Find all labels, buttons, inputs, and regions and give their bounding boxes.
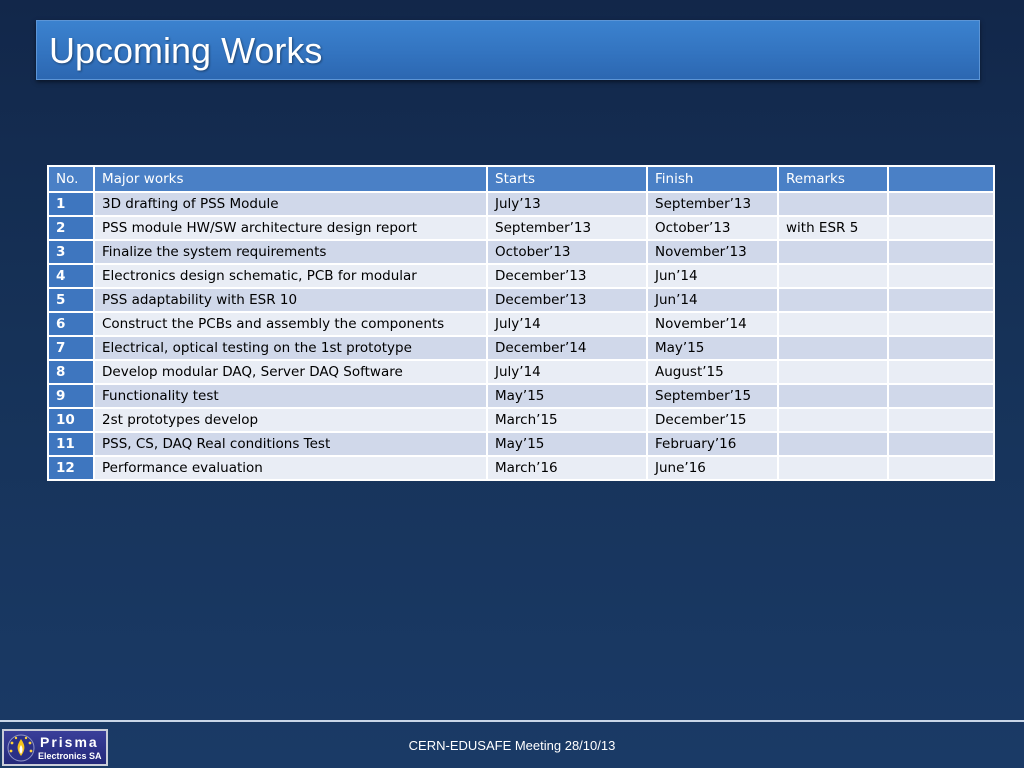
row-extra xyxy=(887,215,995,241)
row-work: PSS module HW/SW architecture design rep… xyxy=(93,215,488,241)
row-remarks xyxy=(777,383,889,409)
table-row: 8 Develop modular DAQ, Server DAQ Softwar… xyxy=(47,359,995,385)
row-finish: February’16 xyxy=(646,431,779,457)
slide-title: Upcoming Works xyxy=(49,30,323,71)
row-remarks xyxy=(777,431,889,457)
row-extra xyxy=(887,191,995,217)
row-finish: November’13 xyxy=(646,239,779,265)
row-finish: Jun’14 xyxy=(646,287,779,313)
works-table: No. Major works Starts Finish Remarks 13… xyxy=(47,165,995,481)
row-extra xyxy=(887,359,995,385)
table-row: 10 2st prototypes develop March’15 December… xyxy=(47,407,995,433)
row-starts: March’15 xyxy=(486,407,648,433)
footer-divider xyxy=(0,720,1024,722)
row-number: 1 xyxy=(47,191,95,217)
table-row: 1 3D drafting of PSS Module July’13 Septemb… xyxy=(47,191,995,217)
row-extra xyxy=(887,311,995,337)
row-number: 6 xyxy=(47,311,95,337)
row-starts: July’14 xyxy=(486,359,648,385)
row-remarks: with ESR 5 xyxy=(777,215,889,241)
row-starts: July’13 xyxy=(486,191,648,217)
row-finish: June’16 xyxy=(646,455,779,481)
header-finish: Finish xyxy=(646,165,779,193)
table-row: 6 Construct the PCBs and assembly the com… xyxy=(47,311,995,337)
row-work: Electrical, optical testing on the 1st p… xyxy=(93,335,488,361)
row-work: Functionality test xyxy=(93,383,488,409)
header-starts: Starts xyxy=(486,165,648,193)
row-work: 3D drafting of PSS Module xyxy=(93,191,488,217)
title-bar: Upcoming Works xyxy=(36,20,980,80)
row-extra xyxy=(887,335,995,361)
row-remarks xyxy=(777,407,889,433)
table-row: 4 Electronics design schematic, PCB for m… xyxy=(47,263,995,289)
row-number: 11 xyxy=(47,431,95,457)
row-number: 7 xyxy=(47,335,95,361)
header-extra xyxy=(887,165,995,193)
row-remarks xyxy=(777,359,889,385)
table-row: 2 PSS module HW/SW architecture design re… xyxy=(47,215,995,241)
row-work: PSS adaptability with ESR 10 xyxy=(93,287,488,313)
row-extra xyxy=(887,407,995,433)
row-extra xyxy=(887,383,995,409)
table-header-row: No. Major works Starts Finish Remarks xyxy=(47,165,995,193)
header-remarks: Remarks xyxy=(777,165,889,193)
footer-text: CERN-EDUSAFE Meeting 28/10/13 xyxy=(408,738,616,753)
row-finish: December’15 xyxy=(646,407,779,433)
works-table-body: 1 3D drafting of PSS Module July’13 Septemb… xyxy=(47,191,995,481)
row-finish: November’14 xyxy=(646,311,779,337)
row-extra xyxy=(887,263,995,289)
row-starts: October’13 xyxy=(486,239,648,265)
row-starts: July’14 xyxy=(486,311,648,337)
row-number: 9 xyxy=(47,383,95,409)
row-starts: September’13 xyxy=(486,215,648,241)
header-major-works: Major works xyxy=(93,165,488,193)
row-remarks xyxy=(777,311,889,337)
row-remarks xyxy=(777,335,889,361)
row-starts: December’13 xyxy=(486,263,648,289)
table-row: 11 PSS, CS, DAQ Real conditions Test May’1… xyxy=(47,431,995,457)
table-row: 5 PSS adaptability with ESR 10 December’13… xyxy=(47,287,995,313)
table-row: 3 Finalize the system requirements October… xyxy=(47,239,995,265)
row-starts: May’15 xyxy=(486,383,648,409)
row-work: Electronics design schematic, PCB for mo… xyxy=(93,263,488,289)
row-number: 5 xyxy=(47,287,95,313)
row-extra xyxy=(887,287,995,313)
row-work: Construct the PCBs and assembly the comp… xyxy=(93,311,488,337)
row-work: 2st prototypes develop xyxy=(93,407,488,433)
row-number: 4 xyxy=(47,263,95,289)
row-number: 10 xyxy=(47,407,95,433)
row-number: 12 xyxy=(47,455,95,481)
header-no: No. xyxy=(47,165,95,193)
row-work: Finalize the system requirements xyxy=(93,239,488,265)
row-extra xyxy=(887,455,995,481)
row-finish: May’15 xyxy=(646,335,779,361)
row-number: 3 xyxy=(47,239,95,265)
row-work: Develop modular DAQ, Server DAQ Software xyxy=(93,359,488,385)
row-remarks xyxy=(777,263,889,289)
row-finish: September’13 xyxy=(646,191,779,217)
row-work: Performance evaluation xyxy=(93,455,488,481)
row-starts: December’13 xyxy=(486,287,648,313)
row-remarks xyxy=(777,287,889,313)
row-finish: August’15 xyxy=(646,359,779,385)
row-work: PSS, CS, DAQ Real conditions Test xyxy=(93,431,488,457)
row-finish: Jun’14 xyxy=(646,263,779,289)
row-remarks xyxy=(777,239,889,265)
row-finish: September’15 xyxy=(646,383,779,409)
row-extra xyxy=(887,239,995,265)
row-extra xyxy=(887,431,995,457)
row-number: 8 xyxy=(47,359,95,385)
row-remarks xyxy=(777,455,889,481)
row-remarks xyxy=(777,191,889,217)
row-number: 2 xyxy=(47,215,95,241)
row-starts: May’15 xyxy=(486,431,648,457)
row-finish: October’13 xyxy=(646,215,779,241)
row-starts: December’14 xyxy=(486,335,648,361)
table-row: 9 Functionality test May’15 September’15 xyxy=(47,383,995,409)
table-row: 7 Electrical, optical testing on the 1st … xyxy=(47,335,995,361)
table-row: 12 Performance evaluation March’16 June’16 xyxy=(47,455,995,481)
row-starts: March’16 xyxy=(486,455,648,481)
